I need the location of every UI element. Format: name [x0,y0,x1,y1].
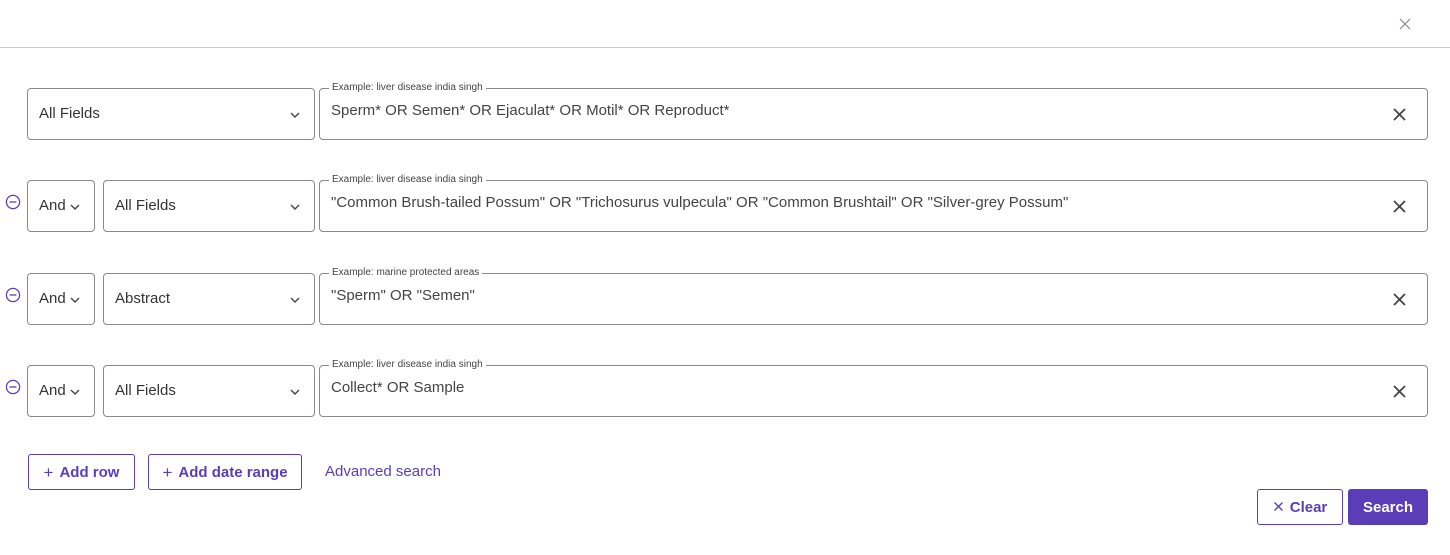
operator-select[interactable]: And [27,365,95,417]
field-select[interactable]: Abstract [103,273,315,325]
plus-icon: + [162,462,173,482]
chevron-down-icon [290,203,300,211]
field-select[interactable]: All Fields [27,88,315,140]
chevron-down-icon [70,296,80,304]
field-select-value: Abstract [115,290,171,307]
field-select-value: All Fields [115,197,176,214]
field-select[interactable]: All Fields [103,365,315,417]
search-row: All Fields Example: liver disease india … [0,81,1450,140]
field-select[interactable]: All Fields [103,180,315,232]
query-example-label: Example: liver disease india singh [329,81,486,95]
search-row: And All Fields Example: liver disease in… [0,173,1450,232]
close-icon[interactable] [1394,13,1416,35]
query-field[interactable]: Example: liver disease india singh "Comm… [319,173,1428,232]
add-date-range-button[interactable]: + Add date range [148,454,302,490]
clear-label: Clear [1289,498,1328,516]
chevron-down-icon [70,388,80,396]
query-field[interactable]: Example: liver disease india singh Sperm… [319,81,1428,140]
query-example-label: Example: marine protected areas [329,266,483,280]
search-row: And All Fields Example: liver disease in… [0,358,1450,417]
search-button[interactable]: Search [1348,489,1428,525]
clear-button[interactable]: Clear [1257,489,1343,525]
query-field[interactable]: Example: liver disease india singh Colle… [319,358,1428,417]
dialog-header [0,0,1450,48]
query-input[interactable]: "Common Brush-tailed Possum" OR "Trichos… [331,194,1361,211]
field-select-value: All Fields [115,382,176,399]
operator-select[interactable]: And [27,180,95,232]
add-date-range-label: Add date range [178,463,288,481]
add-row-label: Add row [59,463,120,481]
operator-value: And [39,382,66,399]
add-row-button[interactable]: + Add row [28,454,135,490]
operator-select[interactable]: And [27,273,95,325]
query-field[interactable]: Example: marine protected areas "Sperm" … [319,266,1428,325]
query-input[interactable]: "Sperm" OR "Semen" [331,287,1361,304]
search-row: And Abstract Example: marine protected a… [0,266,1450,325]
remove-row-icon[interactable] [5,287,21,303]
clear-query-icon[interactable] [1392,384,1407,399]
chevron-down-icon [290,111,300,119]
clear-query-icon[interactable] [1392,107,1407,122]
query-input[interactable]: Sperm* OR Semen* OR Ejaculat* OR Motil* … [331,102,1361,119]
remove-row-icon[interactable] [5,379,21,395]
query-example-label: Example: liver disease india singh [329,358,486,372]
advanced-search-link[interactable]: Advanced search [325,463,441,480]
plus-icon: + [43,462,54,482]
query-input[interactable]: Collect* OR Sample [331,379,1361,396]
chevron-down-icon [290,296,300,304]
operator-value: And [39,290,66,307]
query-example-label: Example: liver disease india singh [329,173,486,187]
operator-value: And [39,197,66,214]
clear-query-icon[interactable] [1392,292,1407,307]
chevron-down-icon [290,388,300,396]
chevron-down-icon [70,203,80,211]
remove-row-icon[interactable] [5,194,21,210]
field-select-value: All Fields [39,105,100,122]
close-icon [1273,499,1284,516]
clear-query-icon[interactable] [1392,199,1407,214]
